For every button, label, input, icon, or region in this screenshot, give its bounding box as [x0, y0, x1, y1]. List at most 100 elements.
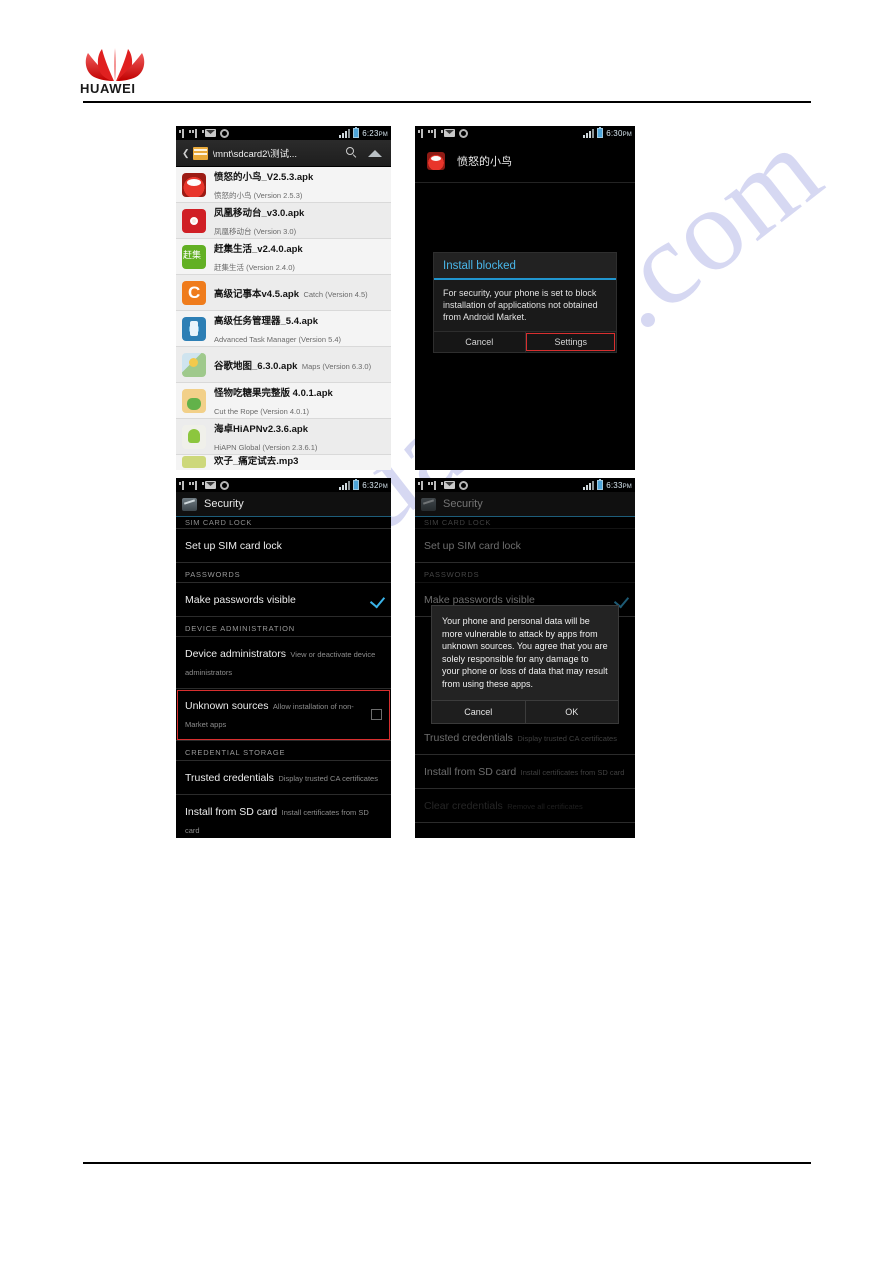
list-item[interactable]: 怪物吃糖果完整版 4.0.1.apk Cut the Rope (Version… [176, 383, 391, 419]
back-chevron-icon[interactable]: ❮ [182, 148, 190, 159]
group-header-passwords: PASSWORDS [415, 563, 635, 583]
security-title-bar[interactable]: Security [415, 492, 635, 517]
group-header-credential-storage: CREDENTIAL STORAGE [176, 741, 391, 761]
status-bar: 6:33PM [415, 478, 635, 492]
signal-icon [339, 128, 351, 138]
status-notification-icons [418, 480, 583, 490]
home-icon[interactable] [368, 148, 383, 158]
file-name: 赶集生活_v2.4.0.apk [214, 243, 303, 255]
status-bar: 6:23PM [176, 126, 391, 140]
mail-icon [444, 481, 455, 489]
folder-icon [192, 146, 208, 160]
file-subtitle: Cut the Rope (Version 4.0.1) [214, 406, 310, 416]
usb-debug-icon [192, 480, 204, 490]
usb-debug-icon [431, 128, 443, 138]
footer-rule [83, 1162, 811, 1164]
angry-birds-icon [427, 152, 445, 170]
signal-icon [583, 128, 595, 138]
status-clock: 6:23PM [362, 128, 388, 138]
item-title: Make passwords visible [185, 594, 296, 606]
file-subtitle: Advanced Task Manager (Version 5.4) [214, 334, 342, 344]
list-item[interactable]: 愤怒的小鸟_V2.5.3.apk 愤怒的小鸟 (Version 2.5.3) [176, 167, 391, 203]
file-subtitle: Catch (Version 4.5) [303, 289, 368, 299]
status-clock: 6:33PM [606, 480, 632, 490]
status-bar: 6:32PM [176, 478, 391, 492]
cancel-button[interactable]: Cancel [432, 701, 525, 723]
group-header-passwords: PASSWORDS [176, 563, 391, 583]
file-name: 谷歌地图_6.3.0.apk [214, 360, 298, 372]
file-subtitle: Maps (Version 6.3.0) [301, 361, 372, 371]
group-header-sim-card-lock: SIM CARD LOCK [176, 517, 391, 529]
settings-icon [182, 497, 197, 511]
install-blocked-dialog: Install blocked For security, your phone… [433, 252, 617, 353]
settings-button[interactable]: Settings [524, 332, 617, 352]
page-title: Security [443, 498, 483, 510]
list-item[interactable]: 海卓HiAPNv2.3.6.apk HiAPN Global (Version … [176, 419, 391, 455]
huawei-petal-icon [85, 48, 145, 81]
path-breadcrumb[interactable]: \mnt\sdcard2\测试... [213, 146, 346, 160]
item-title: Install from SD card [185, 806, 278, 818]
sidebar-item-setup-sim-card-lock[interactable]: Set up SIM card lock [176, 529, 391, 563]
page-title: Security [204, 498, 244, 510]
sidebar-item-clear-credentials: Clear credentials Remove all certificate… [415, 789, 635, 823]
sync-icon [459, 480, 468, 490]
item-title: Set up SIM card lock [424, 540, 521, 552]
catch-icon [182, 280, 206, 305]
list-item[interactable]: 高级任务管理器_5.4.apk Advanced Task Manager (V… [176, 311, 391, 347]
cut-the-rope-icon [182, 388, 206, 413]
list-item[interactable]: 高级记事本v4.5.apk Catch (Version 4.5) [176, 275, 391, 311]
list-item[interactable]: 凤凰移动台_v3.0.apk 凤凰移动台 (Version 3.0) [176, 203, 391, 239]
mp3-icon [182, 456, 206, 468]
app-name: 愤怒的小鸟 [457, 155, 512, 168]
sidebar-item-install-from-sd-card[interactable]: Install from SD card Install certificate… [176, 795, 391, 838]
item-title: Trusted credentials [424, 732, 513, 744]
screenshot-unknown-sources-confirm: 6:33PM Security SIM CARD LOCK Set up SIM… [415, 478, 635, 838]
ok-button[interactable]: OK [524, 701, 619, 723]
file-name: 凤凰移动台_v3.0.apk [214, 207, 305, 219]
battery-icon [597, 479, 604, 490]
list-item[interactable]: 谷歌地图_6.3.0.apk Maps (Version 6.3.0) [176, 347, 391, 383]
sidebar-item-install-from-sd-card: Install from SD card Install certificate… [415, 755, 635, 789]
file-name: 愤怒的小鸟_V2.5.3.apk [214, 171, 314, 183]
sync-icon [220, 480, 229, 490]
list-item-partial[interactable]: 欢子_痛定试去.mp3 [176, 455, 391, 469]
item-title: Set up SIM card lock [185, 540, 282, 552]
sidebar-item-make-passwords-visible[interactable]: Make passwords visible [176, 583, 391, 617]
usb-debug-icon [431, 480, 443, 490]
cancel-button[interactable]: Cancel [434, 332, 525, 352]
screenshot-file-manager: 6:23PM ❮ \mnt\sdcard2\测试... 愤怒的小鸟_V2.5.3… [176, 126, 391, 470]
group-header-device-administration: DEVICE ADMINISTRATION [176, 617, 391, 637]
usb-debug-icon [192, 128, 204, 138]
search-icon[interactable] [346, 147, 358, 159]
status-bar: 6:30PM [415, 126, 635, 140]
status-notification-icons [179, 480, 339, 490]
security-title-bar[interactable]: Security [176, 492, 391, 517]
huawei-wordmark: HUAWEI [80, 81, 136, 96]
unknown-sources-checkbox[interactable] [371, 708, 382, 720]
make-passwords-visible-checkbox[interactable] [371, 594, 382, 605]
unknown-sources-warning-dialog: Your phone and personal data will be mor… [431, 605, 619, 724]
manual-page: HUAWEI manualslib.com 6:23PM ❮ \mnt\sdca… [0, 0, 893, 1263]
item-title: Trusted credentials [185, 772, 274, 784]
item-title: Clear credentials [424, 800, 503, 812]
maps-icon [182, 352, 206, 377]
file-name: 高级任务管理器_5.4.apk [214, 315, 318, 327]
group-header-sim-card-lock: SIM CARD LOCK [415, 517, 635, 529]
sync-icon [459, 128, 468, 138]
battery-icon [597, 127, 604, 138]
sidebar-item-unknown-sources[interactable]: Unknown sources Allow installation of no… [176, 689, 391, 741]
sidebar-item-trusted-credentials: Trusted credentials Display trusted CA c… [415, 721, 635, 755]
status-notification-icons [179, 128, 339, 138]
security-settings-list[interactable]: SIM CARD LOCK Set up SIM card lock PASSW… [176, 517, 391, 838]
header-rule [83, 101, 811, 103]
dialog-title: Install blocked [434, 253, 616, 280]
list-item[interactable]: 赶集生活_v2.4.0.apk 赶集生活 (Version 2.4.0) [176, 239, 391, 275]
sidebar-item-setup-sim-card-lock: Set up SIM card lock [415, 529, 635, 563]
file-list[interactable]: 愤怒的小鸟_V2.5.3.apk 愤怒的小鸟 (Version 2.5.3) 凤… [176, 167, 391, 470]
usb-icon [418, 480, 430, 490]
file-subtitle: 愤怒的小鸟 (Version 2.5.3) [214, 190, 303, 200]
dialog-buttons: Cancel Settings [434, 331, 616, 352]
installing-app-row: 愤怒的小鸟 [415, 140, 635, 183]
sidebar-item-device-administrators[interactable]: Device administrators View or deactivate… [176, 637, 391, 689]
sidebar-item-trusted-credentials[interactable]: Trusted credentials Display trusted CA c… [176, 761, 391, 795]
